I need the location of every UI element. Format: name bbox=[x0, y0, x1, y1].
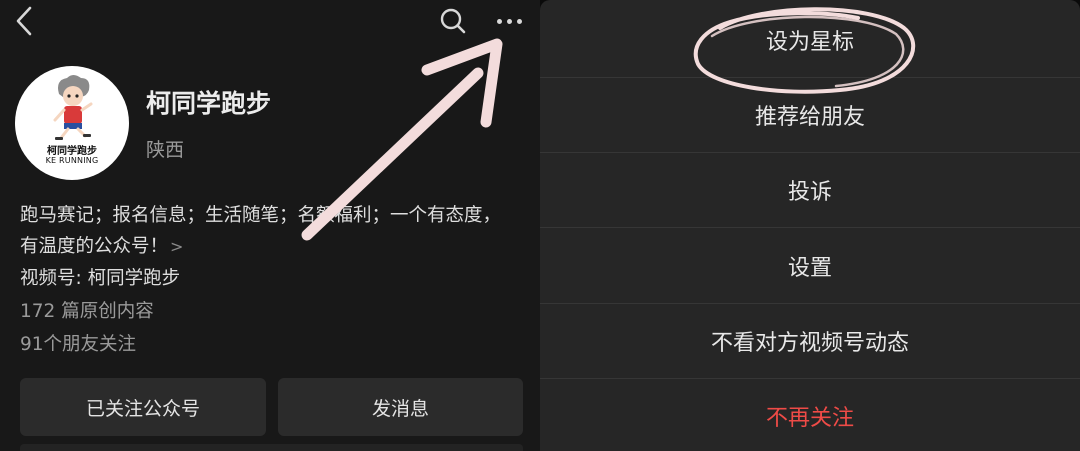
search-button[interactable] bbox=[438, 6, 468, 36]
send-message-button[interactable]: 发消息 bbox=[278, 378, 523, 436]
menu-item-settings[interactable]: 设置 bbox=[540, 228, 1080, 303]
menu-item-label: 投诉 bbox=[787, 179, 832, 205]
back-button[interactable] bbox=[10, 4, 38, 38]
original-content-count[interactable]: 172 篇原创内容 bbox=[20, 297, 154, 323]
menu-item-recommend[interactable]: 推荐给朋友 bbox=[540, 77, 1080, 152]
menu-item-label: 设为星标 bbox=[765, 29, 854, 55]
menu-item-star[interactable]: 设为星标 bbox=[540, 2, 1080, 77]
account-name: 柯同学跑步 bbox=[146, 89, 272, 118]
more-icon bbox=[497, 19, 502, 24]
avatar-logo-text: 柯同学跑步 bbox=[47, 146, 97, 157]
search-icon bbox=[440, 8, 466, 34]
more-icon-dot bbox=[507, 19, 512, 24]
menu-item-label: 不再关注 bbox=[765, 405, 854, 431]
menu-item-label: 推荐给朋友 bbox=[754, 104, 865, 130]
menu-item-report[interactable]: 投诉 bbox=[540, 152, 1080, 227]
followed-account-button[interactable]: 已关注公众号 bbox=[20, 378, 266, 436]
more-icon-dot bbox=[517, 19, 522, 24]
back-icon bbox=[16, 6, 32, 36]
account-description[interactable]: 跑马赛记；报名信息；生活随笔；名额福利；一个有态度，有温度的公众号！ > bbox=[20, 200, 516, 262]
menu-item-unfollow[interactable]: 不再关注 bbox=[540, 378, 1080, 451]
menu-item-hide-channel-updates[interactable]: 不看对方视频号动态 bbox=[540, 303, 1080, 378]
description-text: 跑马赛记；报名信息；生活随笔；名额福利；一个有态度，有温度的公众号！ bbox=[20, 205, 502, 257]
avatar-logo-subtext: KE RUNNING bbox=[45, 156, 99, 165]
action-menu: 设为星标 推荐给朋友 投诉 设置 不看对方视频号动态 不再关注 bbox=[540, 0, 1080, 451]
chevron-right-icon: > bbox=[170, 237, 184, 256]
avatar[interactable]: 柯同学跑步 KE RUNNING bbox=[15, 66, 129, 180]
video-channel-link[interactable]: 视频号: 柯同学跑步 bbox=[20, 264, 180, 290]
menu-item-label: 设置 bbox=[787, 255, 832, 281]
account-region: 陕西 bbox=[146, 139, 185, 161]
content-strip bbox=[20, 444, 523, 451]
profile-panel: 柯同学跑步 KE RUNNING 柯同学跑步 陕西 跑马赛记；报名信息；生活随笔… bbox=[0, 0, 540, 451]
menu-item-label: 不看对方视频号动态 bbox=[710, 330, 909, 356]
friends-following-count[interactable]: 91个朋友关注 bbox=[20, 330, 136, 356]
more-button[interactable] bbox=[494, 10, 526, 30]
